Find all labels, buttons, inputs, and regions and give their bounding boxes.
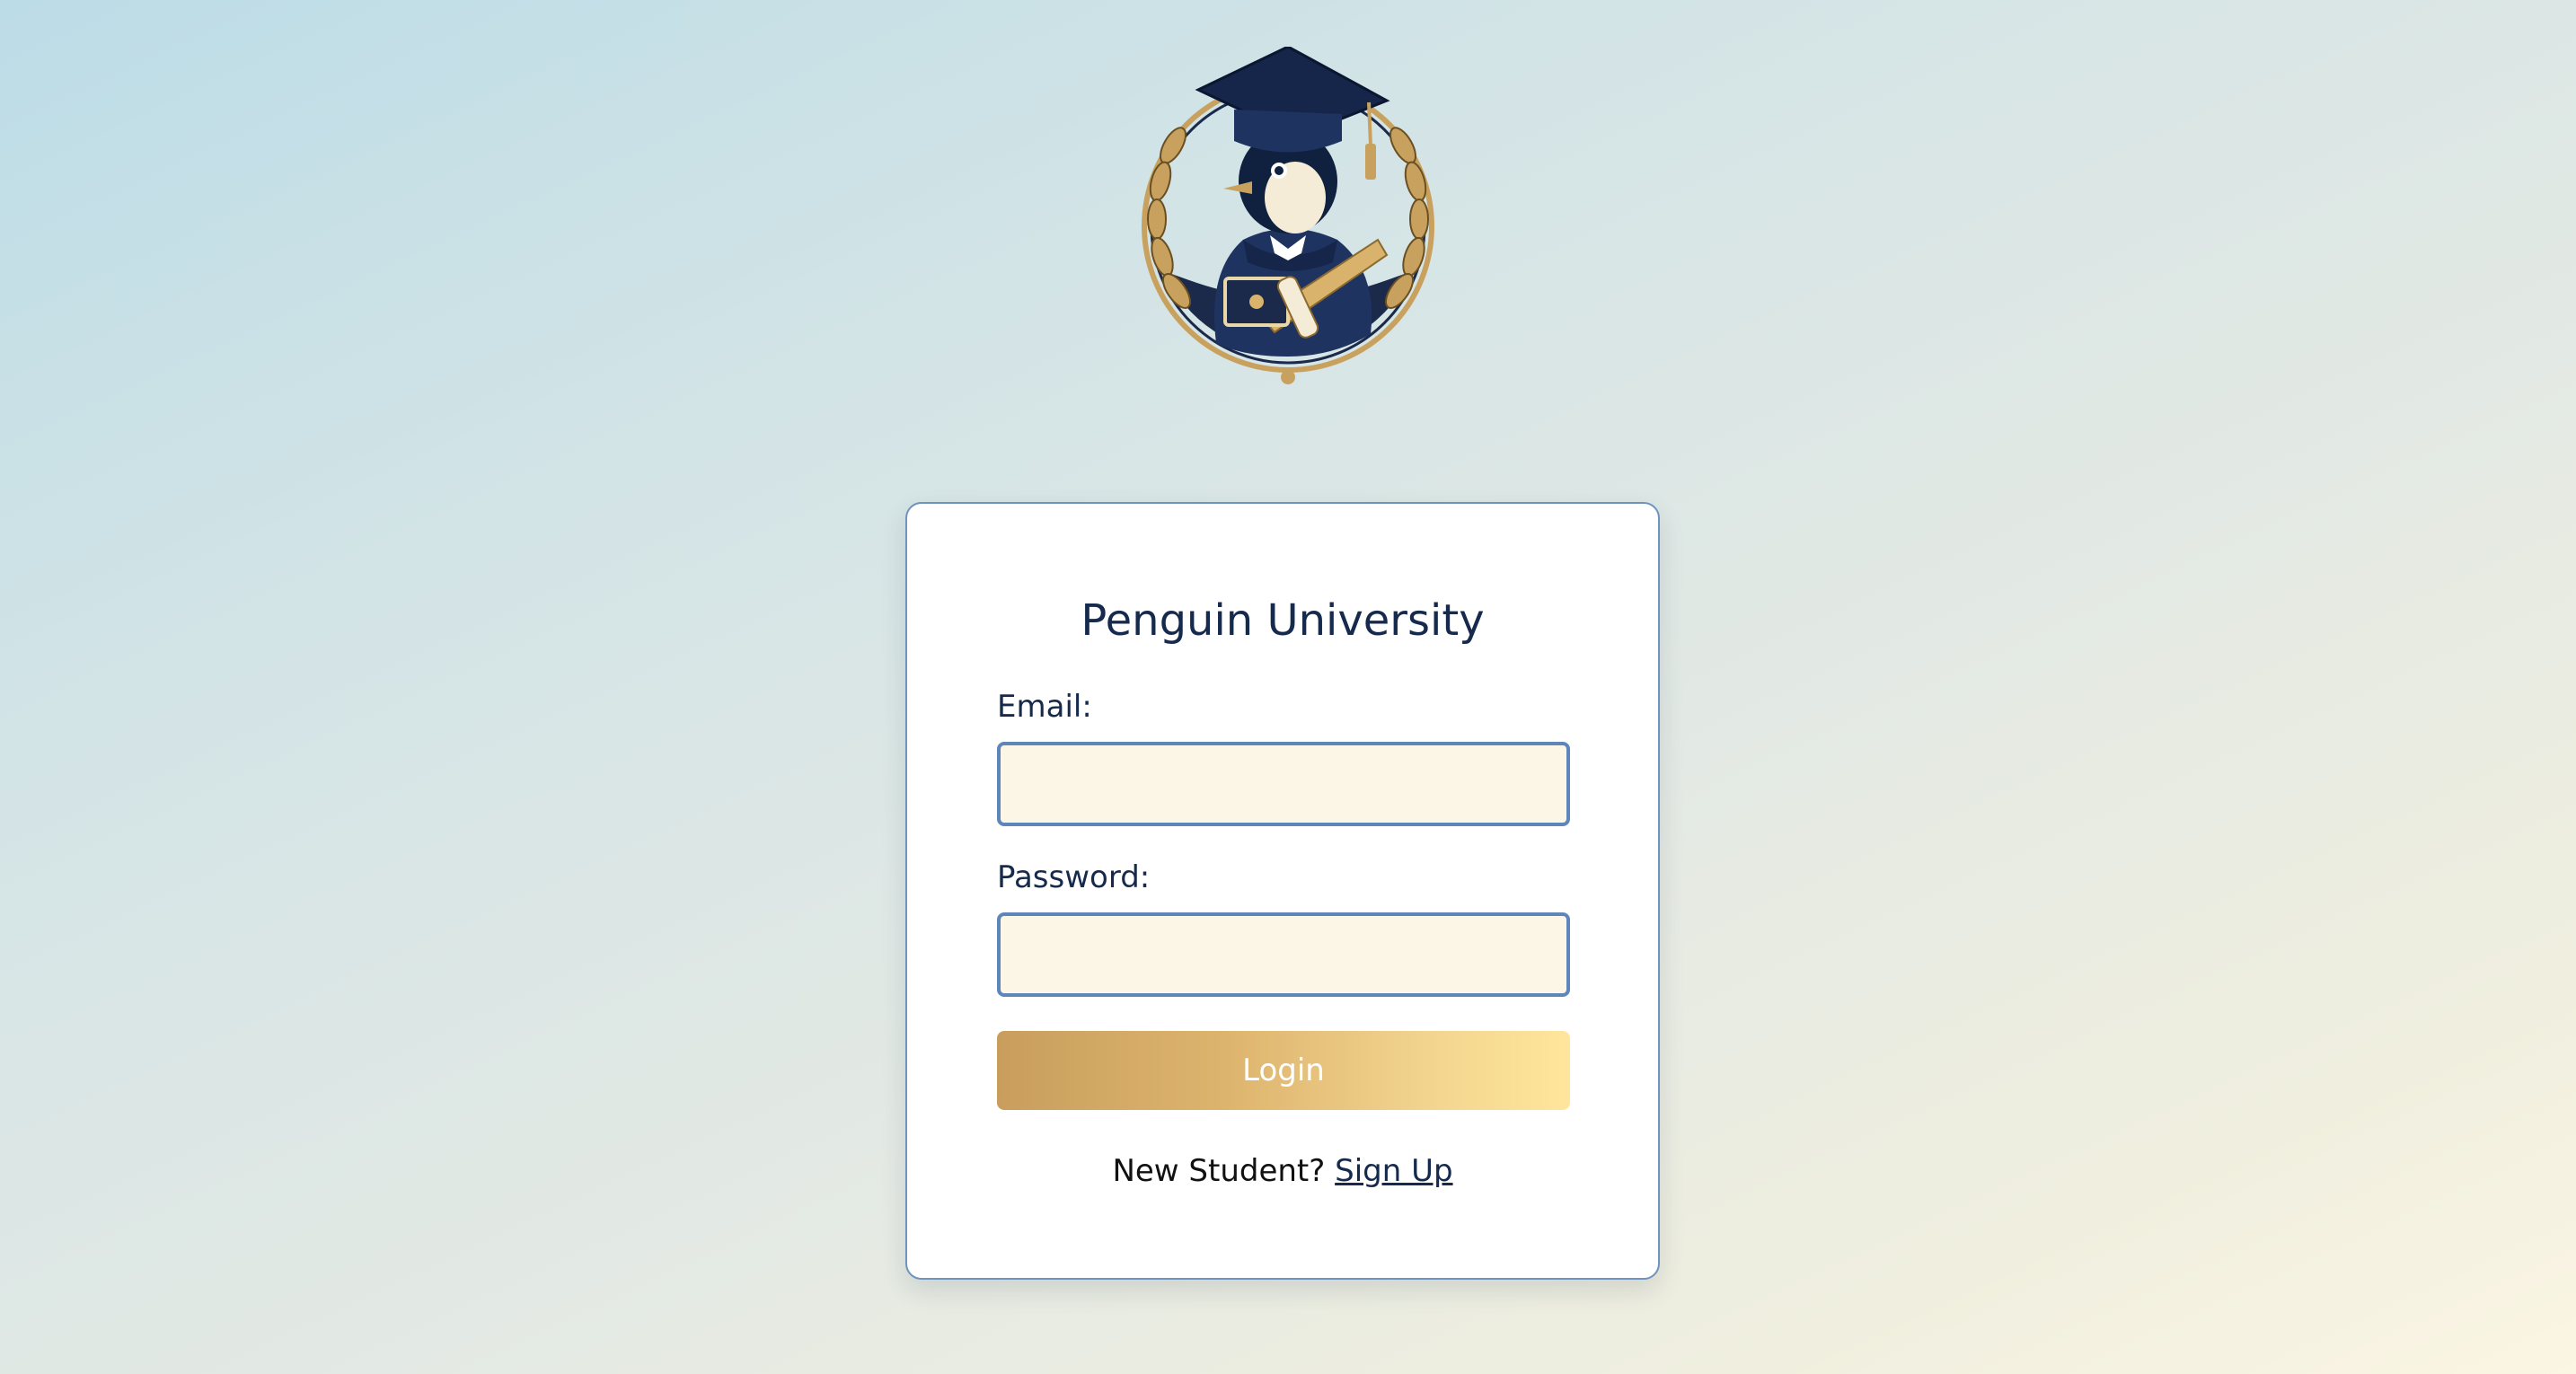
login-button[interactable]: Login — [997, 1031, 1570, 1110]
penguin-graduate-crest-icon — [1142, 47, 1434, 384]
signup-link[interactable]: Sign Up — [1335, 1153, 1452, 1189]
signup-prompt: New Student? — [1112, 1153, 1326, 1189]
password-label: Password: — [997, 859, 1151, 895]
page-title: Penguin University — [1081, 595, 1485, 646]
email-label: Email: — [997, 689, 1092, 725]
password-field[interactable] — [997, 912, 1570, 997]
email-field[interactable] — [997, 742, 1570, 826]
university-logo — [1117, 47, 1459, 388]
login-card: Penguin University Email: Password: Logi… — [905, 502, 1660, 1280]
signup-row: New Student? Sign Up — [907, 1153, 1658, 1189]
